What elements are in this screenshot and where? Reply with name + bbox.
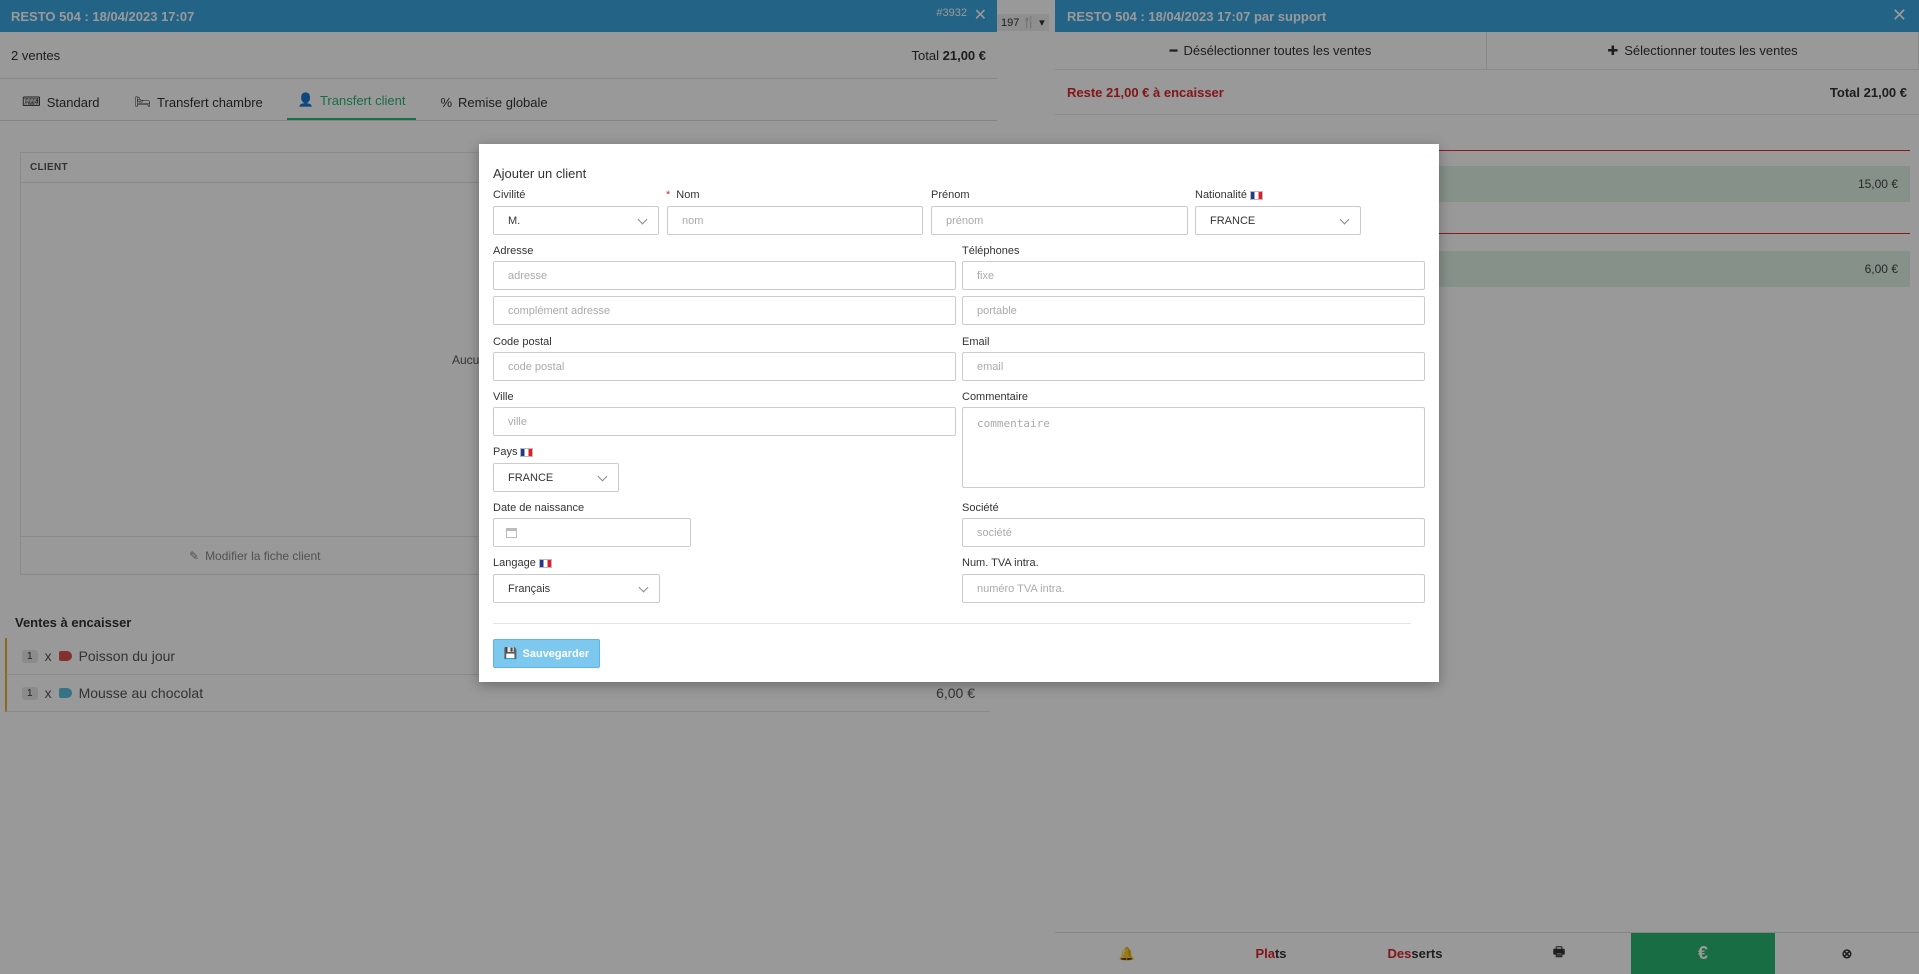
pays-select[interactable]: FRANCE <box>493 463 619 492</box>
civilite-select[interactable]: M. <box>493 206 659 235</box>
tva-label: Num. TVA intra. <box>962 557 1039 569</box>
ville-label: Ville <box>493 391 514 403</box>
add-client-modal: Ajouter un client Civilité M. *Nom Préno… <box>479 144 1439 682</box>
nationalite-label: Nationalité <box>1195 189 1263 201</box>
commentaire-field[interactable] <box>962 407 1425 488</box>
code-postal-label: Code postal <box>493 336 552 348</box>
langage-select[interactable]: Français <box>493 574 660 603</box>
chevron-down-icon <box>1339 214 1350 225</box>
floppy-disk-icon: 💾 <box>503 648 518 660</box>
france-flag-icon <box>538 558 552 568</box>
chevron-down-icon <box>638 582 649 593</box>
code-postal-field[interactable] <box>493 352 956 381</box>
calendar-icon <box>506 528 517 538</box>
nationalite-select[interactable]: FRANCE <box>1195 206 1361 235</box>
divider <box>493 623 1411 624</box>
telephone-portable-field[interactable] <box>962 296 1425 325</box>
chevron-down-icon <box>637 214 648 225</box>
societe-label: Société <box>962 502 999 514</box>
telephone-fixe-field[interactable] <box>962 261 1425 290</box>
langage-label: Langage <box>493 557 552 569</box>
date-naissance-field[interactable] <box>493 518 691 547</box>
pays-label: Pays <box>493 446 534 458</box>
adresse-field[interactable] <box>493 261 956 290</box>
complement-adresse-field[interactable] <box>493 296 956 325</box>
nom-label: * Nom <box>666 189 700 201</box>
nom-field[interactable] <box>667 206 923 235</box>
telephones-label: Téléphones <box>962 245 1020 257</box>
modal-title: Ajouter un client <box>493 166 587 181</box>
email-label: Email <box>962 336 990 348</box>
email-field[interactable] <box>962 352 1425 381</box>
commentaire-label: Commentaire <box>962 391 1029 403</box>
tva-field[interactable] <box>962 574 1425 603</box>
chevron-down-icon <box>597 471 608 482</box>
ville-field[interactable] <box>493 407 956 436</box>
france-flag-icon <box>1249 190 1263 200</box>
date-naissance-label: Date de naissance <box>493 502 585 514</box>
prenom-field[interactable] <box>931 206 1188 235</box>
civilite-label: Civilité <box>493 189 526 201</box>
france-flag-icon <box>520 447 534 457</box>
adresse-label: Adresse <box>493 245 534 257</box>
societe-field[interactable] <box>962 518 1425 547</box>
save-button[interactable]: 💾 Sauvegarder <box>493 639 600 668</box>
prenom-label: Prénom <box>931 189 970 201</box>
